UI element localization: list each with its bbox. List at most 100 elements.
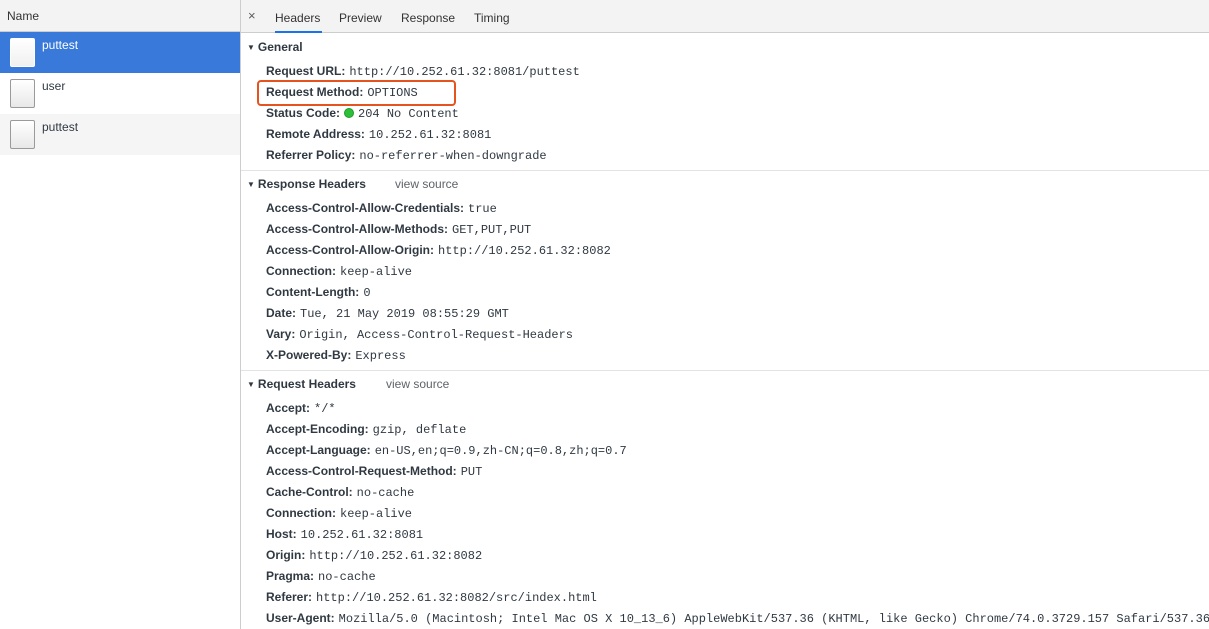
request-name: user [42,79,66,93]
header-row: Date: Tue, 21 May 2019 08:55:29 GMT [266,306,509,321]
name-column-header[interactable]: Name [0,0,240,32]
header-value: http://10.252.61.32:8082 [309,549,483,563]
header-value: Origin, Access-Control-Request-Headers [299,328,574,342]
header-row: Cache-Control: no-cache [266,485,414,500]
header-key: Pragma: [266,569,315,583]
request-headers-section: ▼ Request Headers view source Accept: */* … [241,370,1209,629]
header-key: User-Agent: [266,611,335,625]
general-section: ▼ General Request URL: http://10.252.61.32… [241,34,1209,170]
header-key: Accept-Language: [266,443,371,457]
tab-preview[interactable]: Preview [339,0,382,33]
header-row: Host: 10.252.61.32:8081 [266,527,423,542]
header-row: Request URL: http://10.252.61.32:8081/put… [266,64,580,79]
header-key: Date: [266,306,297,320]
request-headers-toggle[interactable]: ▼ Request Headers [247,377,356,391]
header-row: Vary: Origin, Access-Control-Request-Head… [266,327,573,342]
header-key: Access-Control-Allow-Origin: [266,243,435,257]
header-value: Tue, 21 May 2019 08:55:29 GMT [300,307,509,321]
document-file-icon [10,79,35,108]
header-row: Connection: keep-alive [266,264,412,279]
header-key: Status Code: [266,106,341,120]
request-row-puttest-selected[interactable]: puttest [0,32,240,73]
header-value: Mozilla/5.0 (Macintosh; Intel Mac OS X 1… [338,612,1209,626]
header-value: true [468,202,497,216]
triangle-down-icon: ▼ [247,43,255,52]
response-headers-section: ▼ Response Headers view source Access-Con… [241,170,1209,370]
header-key: Request URL: [266,64,346,78]
request-name: puttest [42,120,79,134]
section-title: Request Headers [257,377,356,391]
document-file-icon [10,120,35,149]
header-value: PUT [460,465,483,479]
triangle-down-icon: ▼ [247,180,255,189]
header-value: */* [314,402,336,416]
details-tab-bar: × Headers Preview Response Timing [241,0,1209,33]
header-key: Host: [266,527,297,541]
header-value: Express [355,349,406,363]
header-row: Access-Control-Request-Method: PUT [266,464,482,479]
request-row-user[interactable]: user [0,73,240,114]
header-row: Referer: http://10.252.61.32:8082/src/ind… [266,590,597,605]
highlight-annotation-box [257,80,456,106]
green-status-dot-icon [344,108,355,118]
header-value: no-cache [318,570,376,584]
header-key: Access-Control-Request-Method: [266,464,457,478]
header-key: Connection: [266,264,336,278]
header-key: Cache-Control: [266,485,353,499]
header-row: Accept: */* [266,401,336,416]
header-key: Access-Control-Allow-Methods: [266,222,449,236]
header-value: http://10.252.61.32:8082/src/index.html [316,591,597,605]
response-headers-toggle[interactable]: ▼ Response Headers [247,177,366,191]
header-key: X-Powered-By: [266,348,352,362]
header-value: 10.252.61.32:8081 [300,528,424,542]
header-row: Content-Length: 0 [266,285,371,300]
header-row: Access-Control-Allow-Methods: GET,PUT,PUT [266,222,531,237]
close-icon[interactable]: × [248,9,256,23]
header-value: 204 No Content [358,107,459,121]
header-key: Connection: [266,506,336,520]
header-key: Vary: [266,327,296,341]
header-value: http://10.252.61.32:8082 [438,244,611,258]
header-row: Access-Control-Allow-Origin: http://10.25… [266,243,611,258]
header-key: Accept-Encoding: [266,422,369,436]
header-value: 10.252.61.32:8081 [368,128,492,142]
header-value: http://10.252.61.32:8081/puttest [349,65,580,79]
header-key: Origin: [266,548,306,562]
section-title: General [257,40,303,54]
header-row: User-Agent: Mozilla/5.0 (Macintosh; Intel… [266,611,1209,626]
header-key: Access-Control-Allow-Credentials: [266,201,465,215]
header-value: GET,PUT,PUT [452,223,532,237]
header-value: no-referrer-when-downgrade [359,149,547,163]
header-row: X-Powered-By: Express [266,348,406,363]
header-row: Connection: keep-alive [266,506,412,521]
request-details-panel: × Headers Preview Response Timing ▼ Gener… [241,0,1209,629]
header-key: Content-Length: [266,285,360,299]
header-value: keep-alive [340,507,413,521]
triangle-down-icon: ▼ [247,380,255,389]
header-value: no-cache [356,486,415,500]
header-value: gzip, deflate [372,423,467,437]
header-key: Remote Address: [266,127,365,141]
general-section-toggle[interactable]: ▼ General [247,40,303,54]
header-row: Pragma: no-cache [266,569,376,584]
header-row: Referrer Policy: no-referrer-when-downgra… [266,148,547,163]
header-key: Referrer Policy: [266,148,356,162]
tab-headers[interactable]: Headers [275,0,322,33]
view-source-link[interactable]: view source [395,177,458,191]
header-key: Accept: [266,401,311,415]
tab-timing[interactable]: Timing [474,0,510,33]
tab-response[interactable]: Response [401,0,455,33]
header-row: Origin: http://10.252.61.32:8082 [266,548,482,563]
header-value: 0 [363,286,371,300]
view-source-link[interactable]: view source [386,377,449,391]
header-key: Referer: [266,590,313,604]
header-row: Accept-Encoding: gzip, deflate [266,422,466,437]
request-row-puttest[interactable]: puttest [0,114,240,155]
request-list-panel: Name puttest user puttest [0,0,241,629]
header-row: Accept-Language: en-US,en;q=0.9,zh-CN;q=0… [266,443,627,458]
header-row: Status Code: 204 No Content [266,106,459,121]
section-title: Response Headers [257,177,366,191]
request-name: puttest [42,38,79,52]
document-file-icon [10,38,35,67]
header-value: en-US,en;q=0.9,zh-CN;q=0.8,zh;q=0.7 [374,444,627,458]
